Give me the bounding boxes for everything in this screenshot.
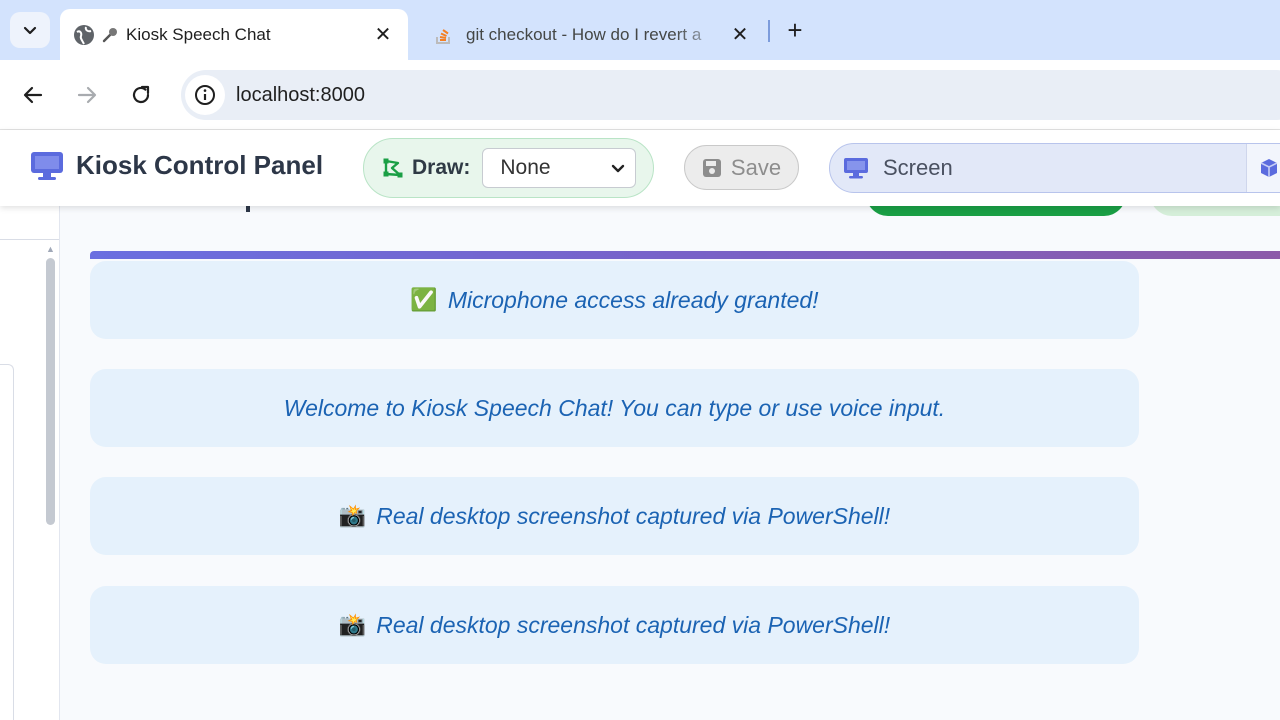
cube-icon bbox=[1260, 159, 1277, 177]
camera-icon: 📸 bbox=[338, 503, 367, 528]
clipped-heading bbox=[246, 206, 250, 212]
message-text: Microphone access already granted! bbox=[447, 286, 819, 313]
message-text: Real desktop screenshot captured via Pow… bbox=[376, 502, 891, 529]
chevron-down-icon bbox=[23, 26, 37, 35]
left-panel-inner bbox=[0, 364, 14, 720]
chat-header-strip bbox=[90, 251, 1280, 259]
chat-message: 📸 Real desktop screenshot captured via P… bbox=[90, 586, 1139, 664]
site-info-button[interactable] bbox=[185, 75, 225, 115]
arrow-left-icon bbox=[23, 86, 43, 104]
screen-control[interactable]: Screen bbox=[829, 143, 1280, 193]
stackoverflow-icon bbox=[432, 23, 456, 47]
address-bar[interactable]: localhost:8000 bbox=[181, 70, 1280, 120]
draw-label: Draw: bbox=[412, 156, 471, 179]
browser-tab-active[interactable]: Kiosk Speech Chat ✕ bbox=[60, 9, 408, 60]
browser-toolbar: localhost:8000 bbox=[0, 60, 1280, 130]
back-button[interactable] bbox=[16, 78, 50, 112]
tab-search-button[interactable] bbox=[10, 12, 50, 48]
save-label: Save bbox=[730, 154, 782, 180]
url-text[interactable]: localhost:8000 bbox=[236, 84, 365, 107]
brand: Kiosk Control Panel bbox=[30, 150, 323, 181]
chat-message: ✅ Microphone access already granted! bbox=[90, 261, 1139, 339]
message-text: Real desktop screenshot captured via Pow… bbox=[376, 611, 891, 638]
save-button[interactable]: Save bbox=[684, 145, 799, 190]
browser-tab-strip: Kiosk Speech Chat ✕ git checkout - How d… bbox=[0, 0, 1280, 60]
tab-separator bbox=[768, 20, 770, 42]
chat-message: 📸 Real desktop screenshot captured via P… bbox=[90, 477, 1139, 555]
info-icon bbox=[195, 85, 215, 105]
draw-control: Draw: None bbox=[363, 138, 654, 198]
browser-tab-inactive[interactable]: git checkout - How do I revert a ✕ bbox=[420, 9, 765, 60]
left-panel: ▲ bbox=[0, 206, 60, 720]
desktop-icon bbox=[844, 158, 868, 179]
scrollbar-thumb[interactable] bbox=[46, 258, 55, 525]
new-tab-button[interactable]: + bbox=[780, 15, 810, 45]
tab-title: git checkout - How do I revert a bbox=[466, 24, 702, 44]
globe-icon bbox=[72, 23, 96, 47]
chat-message: Welcome to Kiosk Speech Chat! You can ty… bbox=[90, 369, 1139, 447]
draw-polygon-icon bbox=[383, 158, 403, 178]
microphone-icon bbox=[100, 23, 120, 47]
check-icon: ✅ bbox=[410, 287, 438, 312]
screen-label: Screen bbox=[883, 155, 953, 180]
left-panel-header bbox=[0, 206, 59, 240]
chevron-down-icon bbox=[612, 164, 625, 173]
page-title: Kiosk Control Panel bbox=[76, 150, 324, 180]
draw-mode-select[interactable]: None bbox=[482, 148, 637, 188]
scroll-up-arrow[interactable]: ▲ bbox=[46, 244, 55, 254]
message-text: Welcome to Kiosk Speech Chat! You can ty… bbox=[283, 394, 946, 421]
forward-button[interactable] bbox=[70, 78, 104, 112]
clipped-light-button[interactable] bbox=[1150, 206, 1280, 216]
reload-button[interactable] bbox=[124, 78, 158, 112]
camera-icon: 📸 bbox=[338, 612, 367, 637]
chat-area: ✅ Microphone access already granted! Wel… bbox=[60, 206, 1280, 720]
floppy-disk-icon bbox=[702, 158, 721, 177]
app-header: Kiosk Control Panel Draw: None Save Scre… bbox=[0, 130, 1280, 206]
close-tab-icon[interactable]: ✕ bbox=[370, 22, 396, 48]
draw-mode-value: None bbox=[500, 156, 551, 179]
close-tab-icon[interactable]: ✕ bbox=[727, 22, 753, 48]
tab-title: Kiosk Speech Chat bbox=[126, 24, 271, 44]
screen-extra-button[interactable] bbox=[1246, 144, 1280, 192]
arrow-right-icon bbox=[77, 86, 97, 104]
clipped-green-button[interactable] bbox=[866, 206, 1126, 216]
desktop-icon bbox=[31, 151, 63, 180]
reload-icon bbox=[132, 85, 150, 104]
